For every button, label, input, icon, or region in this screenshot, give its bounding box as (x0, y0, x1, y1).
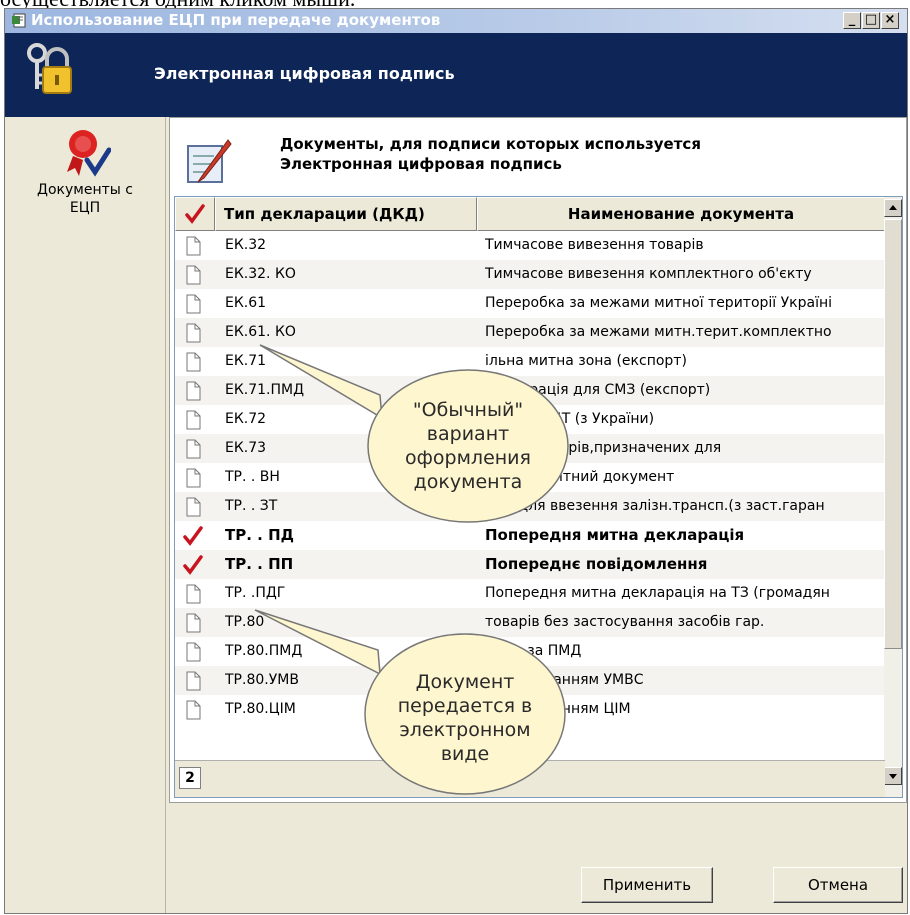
blank-document-icon[interactable] (183, 410, 203, 430)
table-row[interactable]: ТР.80.ПМД варів за ПМД (175, 637, 885, 666)
callout-ordinary-text: "Обычный" вариант оформления документа (405, 399, 531, 493)
table-row[interactable]: ЕК.32. КО Тимчасове вивезення комплектног… (175, 260, 885, 289)
edit-document-icon (187, 139, 232, 183)
cell-type: ЕК.61. КО (225, 324, 296, 340)
table-row[interactable]: ТР. .ПДГ Попередня митна декларація на ТЗ… (175, 579, 885, 608)
app-icon (12, 13, 26, 28)
cell-type: ЕК.32 (225, 237, 267, 253)
cell-name: Тимчасове вивезення комплектного об'єкту (485, 266, 812, 282)
blank-document-icon[interactable] (183, 584, 203, 604)
title-bar[interactable]: Использование ЕЦП при передаче документо… (5, 9, 907, 33)
cell-name: Тимчасове вивезення товарів (485, 237, 704, 253)
table-row[interactable]: ТР. . ПП Попереднє повідомлення (175, 550, 885, 579)
blank-document-icon[interactable] (183, 613, 203, 633)
check-icon[interactable] (183, 555, 203, 575)
window-title: Использование ЕЦП при передаче документо… (31, 11, 441, 29)
minimize-button[interactable]: _ (843, 12, 861, 29)
table-row[interactable]: ЕК.32 Тимчасове вивезення товарів (175, 231, 885, 260)
table-row[interactable]: ТР.80 товарів без застосування засобів га… (175, 608, 885, 637)
panel-title: Документы, для подписи которых используе… (280, 135, 701, 173)
seal-check-icon (67, 130, 111, 177)
cell-name: Попередня митна декларація на ТЗ (громад… (485, 585, 830, 601)
cell-type: ТР. . ЗТ (225, 498, 278, 514)
cell-name: ільна митна зона (експорт) (485, 353, 687, 369)
table-row[interactable]: ЕК.61 Переробка за межами митної територі… (175, 289, 885, 318)
check-icon (185, 204, 205, 224)
close-button[interactable]: × (881, 12, 899, 29)
blank-document-icon[interactable] (183, 352, 203, 372)
scroll-up-button[interactable] (884, 199, 902, 217)
blank-document-icon[interactable] (183, 294, 203, 314)
table-row[interactable]: ЕК.71 ільна митна зона (експорт) (175, 347, 885, 376)
cell-name: Попередня митна декларація (485, 526, 745, 544)
column-header-type[interactable]: Тип декларации (ДКД) (215, 197, 477, 231)
cell-name: ВТД для ввезення залізн.трансп.(з заст.г… (485, 498, 825, 514)
blank-document-icon[interactable] (183, 700, 203, 720)
selected-count: 2 (179, 767, 201, 789)
callout-electronic-text: Документ передается в электронном виде (397, 671, 533, 765)
cell-name: Попереднє повідомлення (485, 555, 708, 573)
table-row[interactable]: ЕК.61. КО Переробка за межами митн.терит.… (175, 318, 885, 347)
cell-type: ТР. .ПДГ (225, 585, 286, 601)
vertical-scrollbar[interactable] (884, 197, 902, 797)
cell-type: ТР. . ПД (225, 526, 294, 544)
cell-type: ЕК.71 (225, 353, 267, 369)
sidebar-item-label: Документы с ЕЦП (37, 182, 133, 216)
header-banner: Электронная цифровая подпись (5, 33, 907, 117)
blank-document-icon[interactable] (183, 323, 203, 343)
scroll-down-button[interactable] (884, 767, 902, 785)
blank-document-icon[interactable] (183, 468, 203, 488)
header-check-column[interactable] (175, 197, 215, 231)
button-bar: Применить Отмена (169, 855, 907, 913)
keys-lock-icon (27, 43, 72, 94)
cell-name: Переробка за межами митн.терит.комплектн… (485, 324, 832, 340)
apply-button[interactable]: Применить (581, 867, 713, 903)
cell-type: ЕК.32. КО (225, 266, 296, 282)
cell-name: варів за ПМД (485, 643, 582, 659)
maximize-button[interactable]: □ (862, 12, 880, 29)
cell-type: ТР. . ПП (225, 555, 294, 573)
blank-document-icon[interactable] (183, 497, 203, 517)
blank-document-icon[interactable] (183, 439, 203, 459)
cell-type: ТР.80 (225, 614, 265, 630)
table-row[interactable]: ТР. . ПД Попередня митна декларація (175, 521, 885, 550)
blank-document-icon[interactable] (183, 265, 203, 285)
blank-document-icon[interactable] (183, 381, 203, 401)
cell-name: Переробка за межами митної території Укр… (485, 295, 833, 311)
grid-header: Тип декларации (ДКД) Наименование докуме… (175, 197, 885, 231)
blank-document-icon[interactable] (183, 671, 203, 691)
check-icon[interactable] (183, 526, 203, 546)
arrow-down-icon (889, 774, 897, 779)
blank-document-icon[interactable] (183, 236, 203, 256)
header-title: Электронная цифровая подпись (154, 64, 455, 83)
blank-document-icon[interactable] (183, 642, 203, 662)
column-header-name[interactable]: Наименование документа (477, 197, 885, 231)
sidebar: Документы с ЕЦП (5, 117, 166, 913)
scroll-thumb[interactable] (884, 219, 902, 649)
cell-name: товарів без застосування засобів гар. (485, 614, 765, 630)
table-row[interactable]: ТР. . ЗТ ВТД для ввезення залізн.трансп.(… (175, 492, 885, 521)
cell-type: ТР.80.ПМД (225, 643, 303, 659)
cell-type: ЕК.61 (225, 295, 267, 311)
arrow-up-icon (889, 205, 897, 210)
cancel-button[interactable]: Отмена (773, 867, 903, 903)
